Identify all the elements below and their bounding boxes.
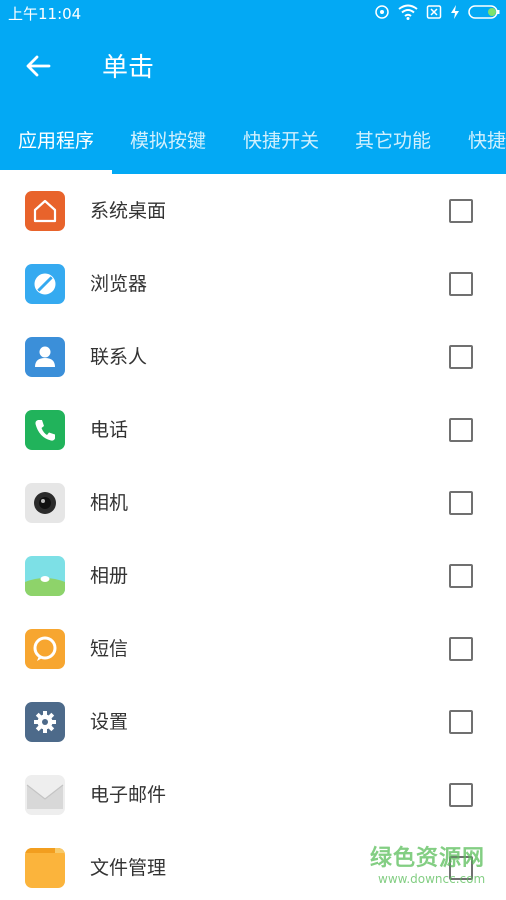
list-item-label: 相册 <box>90 565 129 587</box>
list-item-label: 联系人 <box>90 346 148 368</box>
list-item[interactable]: 电话 <box>0 393 506 466</box>
list-item[interactable]: 相机 <box>0 466 506 539</box>
page-title: 单击 <box>102 53 155 83</box>
status-icons <box>374 4 500 24</box>
battery-icon <box>468 4 500 24</box>
list-item[interactable]: 设置 <box>0 685 506 758</box>
list-item[interactable]: 相册 <box>0 539 506 612</box>
settings-icon <box>25 702 65 742</box>
checkbox[interactable] <box>449 637 473 661</box>
charging-icon <box>450 4 460 24</box>
home-icon <box>25 191 65 231</box>
list-item[interactable]: 联系人 <box>0 320 506 393</box>
checkbox[interactable] <box>449 199 473 223</box>
list-item-label: 浏览器 <box>90 273 148 295</box>
list-item-label: 相机 <box>90 492 129 514</box>
file-manager-icon <box>25 848 65 888</box>
checkbox[interactable] <box>449 783 473 807</box>
list-item[interactable]: 系统桌面 <box>0 174 506 247</box>
checkbox[interactable] <box>449 710 473 734</box>
tab-shortcuts[interactable]: 快捷 <box>468 110 506 174</box>
gallery-icon <box>25 556 65 596</box>
tab-bar: 应用程序 模拟按键 快捷开关 其它功能 快捷 <box>0 110 506 174</box>
tab-applications[interactable]: 应用程序 <box>18 110 94 174</box>
checkbox[interactable] <box>449 856 473 880</box>
tab-simulated-keys[interactable]: 模拟按键 <box>130 110 206 174</box>
list-item-label: 系统桌面 <box>90 200 167 222</box>
alarm-icon <box>374 4 390 24</box>
checkbox[interactable] <box>449 345 473 369</box>
app-screen: 上午11:04 单击 应用程序 模拟按键 快捷开关 其它功能 快捷 系统桌面 浏… <box>0 0 506 900</box>
checkbox[interactable] <box>449 491 473 515</box>
email-icon <box>25 775 65 815</box>
app-bar: 单击 <box>0 28 506 110</box>
status-bar: 上午11:04 <box>0 0 506 28</box>
list-item[interactable]: 电子邮件 <box>0 758 506 831</box>
tab-quick-switches[interactable]: 快捷开关 <box>243 110 319 174</box>
list-item-label: 文件管理 <box>90 857 167 879</box>
list-item-label: 电话 <box>90 419 129 441</box>
camera-icon <box>25 483 65 523</box>
phone-icon <box>25 410 65 450</box>
wifi-icon <box>398 4 418 24</box>
messages-icon <box>25 629 65 669</box>
contacts-icon <box>25 337 65 377</box>
list-item[interactable]: 短信 <box>0 612 506 685</box>
checkbox[interactable] <box>449 272 473 296</box>
status-time: 上午11:04 <box>8 5 82 23</box>
list-item-label: 短信 <box>90 638 129 660</box>
list-item[interactable]: 浏览器 <box>0 247 506 320</box>
no-sim-icon <box>426 4 442 24</box>
arrow-left-icon <box>25 54 51 82</box>
tab-other-functions[interactable]: 其它功能 <box>355 110 431 174</box>
list-item[interactable]: 文件管理 <box>0 831 506 900</box>
browser-icon <box>25 264 65 304</box>
list-item-label: 设置 <box>90 711 129 733</box>
checkbox[interactable] <box>449 418 473 442</box>
list-item-label: 电子邮件 <box>90 784 167 806</box>
checkbox[interactable] <box>449 564 473 588</box>
back-button[interactable] <box>16 48 60 88</box>
